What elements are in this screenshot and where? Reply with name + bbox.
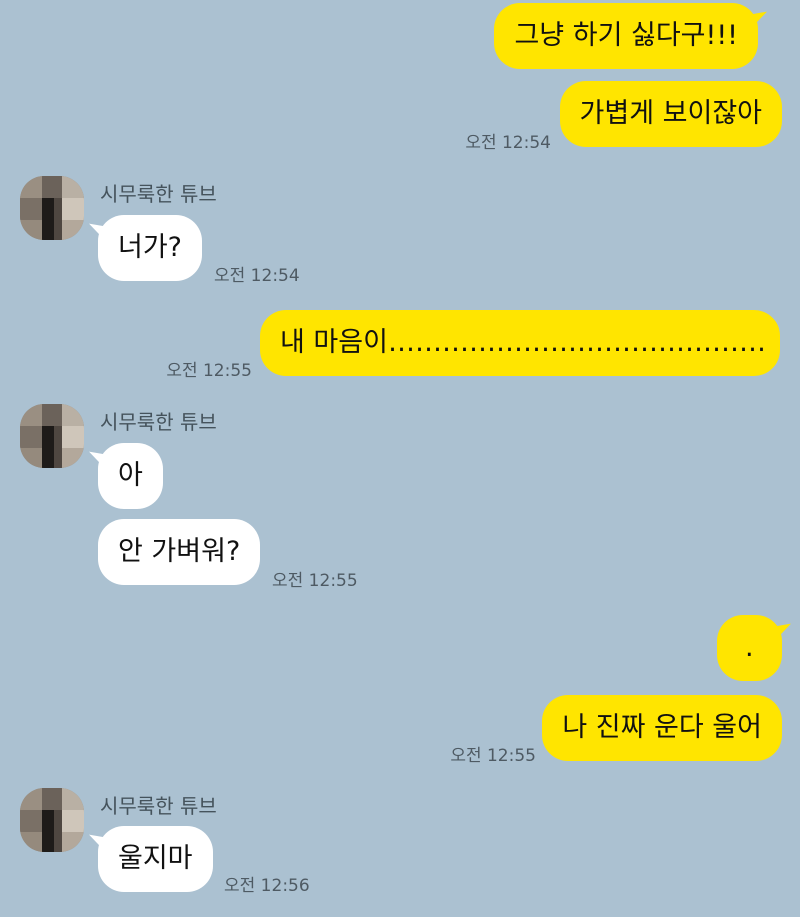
message-text: 그냥 하기 싫다구!!! — [514, 20, 738, 51]
avatar-pixel — [62, 426, 84, 448]
message-timestamp: 오전 12:54 — [465, 133, 551, 153]
their-message-bubble[interactable]: 안 가벼워? — [98, 519, 261, 585]
avatar-pixel — [42, 426, 54, 468]
avatar-pixel — [42, 810, 54, 852]
avatar-pixel — [42, 198, 54, 240]
avatar-pixel — [20, 832, 42, 852]
avatar-pixel — [62, 220, 84, 240]
my-message-bubble[interactable]: . — [717, 615, 782, 681]
avatar-pixel — [20, 448, 42, 468]
message-timestamp: 오전 12:55 — [166, 361, 252, 381]
contact-avatar[interactable] — [20, 788, 84, 852]
avatar-pixel — [54, 198, 62, 240]
message-timestamp: 오전 12:56 — [224, 876, 310, 896]
avatar-pixel — [54, 426, 62, 468]
avatar-pixel — [42, 788, 62, 810]
contact-name: 시무룩한 튜브 — [100, 410, 217, 434]
my-message-bubble[interactable]: 그냥 하기 싫다구!!! — [494, 3, 758, 69]
avatar-pixel — [42, 176, 62, 198]
avatar-pixel — [20, 404, 42, 426]
message-timestamp: 오전 12:55 — [450, 746, 536, 766]
their-message-bubble[interactable]: 울지마 — [98, 826, 213, 892]
avatar-pixel — [62, 810, 84, 832]
avatar-pixel — [20, 810, 42, 832]
contact-avatar[interactable] — [20, 404, 84, 468]
avatar-pixel — [54, 810, 62, 852]
message-text: 가볍게 보이잖아 — [579, 98, 762, 129]
avatar-pixel — [62, 832, 84, 852]
my-message-bubble[interactable]: 내 마음이…………………………………… — [260, 310, 780, 376]
message-text: 울지마 — [118, 843, 193, 874]
avatar-pixel — [62, 198, 84, 220]
message-text: 안 가벼워? — [118, 536, 241, 567]
message-text: . — [745, 632, 754, 663]
message-text: 너가? — [118, 232, 183, 263]
contact-name: 시무룩한 튜브 — [100, 794, 217, 818]
avatar-pixel — [20, 788, 42, 810]
avatar-pixel — [62, 404, 84, 426]
message-text: 내 마음이…………………………………… — [280, 327, 766, 358]
message-timestamp: 오전 12:55 — [272, 571, 358, 591]
contact-name: 시무룩한 튜브 — [100, 182, 217, 206]
avatar-pixel — [62, 448, 84, 468]
avatar-pixel — [62, 176, 84, 198]
contact-avatar[interactable] — [20, 176, 84, 240]
avatar-pixel — [20, 426, 42, 448]
their-message-bubble[interactable]: 아 — [98, 443, 163, 509]
avatar-pixel — [42, 404, 62, 426]
avatar-pixel — [20, 220, 42, 240]
message-text: 나 진짜 운다 울어 — [562, 712, 762, 743]
message-timestamp: 오전 12:54 — [214, 266, 300, 286]
message-text: 아 — [118, 460, 143, 491]
avatar-pixel — [20, 198, 42, 220]
their-message-bubble[interactable]: 너가? — [98, 215, 203, 281]
my-message-bubble[interactable]: 나 진짜 운다 울어 — [542, 695, 782, 761]
my-message-bubble[interactable]: 가볍게 보이잖아 — [559, 81, 782, 147]
avatar-pixel — [20, 176, 42, 198]
avatar-pixel — [62, 788, 84, 810]
